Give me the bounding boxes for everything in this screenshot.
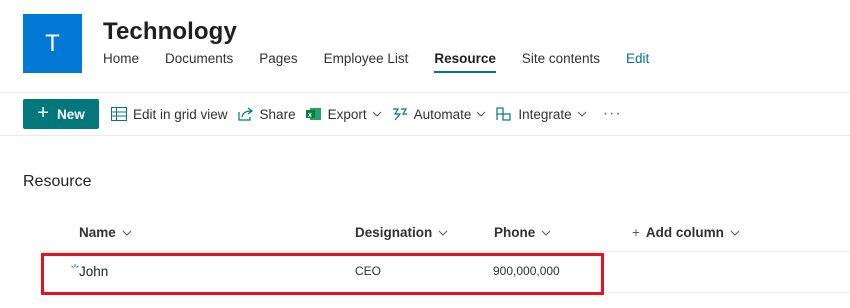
column-header-name-label: Name xyxy=(79,225,116,240)
highlight-box xyxy=(41,253,604,295)
list-title: Resource xyxy=(23,173,92,190)
add-column-label: Add column xyxy=(645,225,724,240)
plus-icon: + xyxy=(632,225,640,240)
integrate-button[interactable]: Integrate xyxy=(496,106,587,122)
chevron-down-icon xyxy=(730,230,740,236)
share-icon xyxy=(237,107,254,121)
export-button[interactable]: x Export xyxy=(305,106,382,122)
chevron-down-icon xyxy=(122,230,132,236)
edit-in-grid-view-label: Edit in grid view xyxy=(133,106,228,122)
column-header-phone[interactable]: Phone xyxy=(494,225,551,240)
add-column-button[interactable]: + Add column xyxy=(632,225,740,240)
integrate-icon xyxy=(496,107,512,121)
column-header-designation-label: Designation xyxy=(355,225,433,240)
nav-home[interactable]: Home xyxy=(103,51,139,75)
nav-resource[interactable]: Resource xyxy=(434,51,496,75)
share-button[interactable]: Share xyxy=(237,106,296,122)
chevron-down-icon xyxy=(372,111,382,117)
excel-icon: x xyxy=(305,107,322,121)
new-button-label: New xyxy=(56,106,85,122)
plus-icon: + xyxy=(37,101,49,124)
chevron-down-icon xyxy=(541,230,551,236)
edit-in-grid-view-button[interactable]: Edit in grid view xyxy=(111,107,228,122)
new-button[interactable]: + New xyxy=(23,99,99,129)
site-logo[interactable]: T xyxy=(23,14,82,73)
nav-site-contents[interactable]: Site contents xyxy=(522,51,600,75)
command-bar: + New Edit in grid view Share x Export A… xyxy=(23,99,622,129)
header-divider xyxy=(0,92,850,93)
nav-employee-list[interactable]: Employee List xyxy=(324,51,409,75)
chevron-down-icon xyxy=(476,111,486,117)
automate-icon xyxy=(392,107,408,121)
site-navigation: Home Documents Pages Employee List Resou… xyxy=(103,51,675,75)
more-options-icon[interactable]: ··· xyxy=(603,105,622,123)
share-label: Share xyxy=(259,106,296,122)
automate-button[interactable]: Automate xyxy=(392,107,487,122)
integrate-label: Integrate xyxy=(518,106,572,122)
nav-pages[interactable]: Pages xyxy=(259,51,297,75)
site-title[interactable]: Technology xyxy=(103,18,237,46)
svg-text:x: x xyxy=(308,112,312,119)
chevron-down-icon xyxy=(577,111,587,117)
automate-label: Automate xyxy=(413,106,472,122)
edit-link[interactable]: Edit xyxy=(626,51,649,75)
column-header-designation[interactable]: Designation xyxy=(355,225,448,240)
chevron-down-icon xyxy=(438,230,448,236)
grid-icon xyxy=(111,107,127,121)
column-header-phone-label: Phone xyxy=(494,225,536,240)
nav-documents[interactable]: Documents xyxy=(165,51,233,75)
export-label: Export xyxy=(327,106,367,122)
commandbar-divider xyxy=(0,135,850,136)
column-header-name[interactable]: Name xyxy=(79,225,132,240)
